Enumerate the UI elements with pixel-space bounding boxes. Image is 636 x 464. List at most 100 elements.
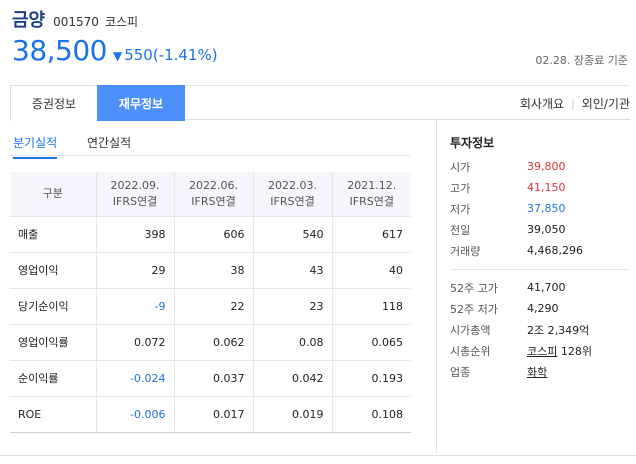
tab-foreign-institution[interactable]: 외인/기관 <box>582 95 630 112</box>
table-cell: -9 <box>95 288 174 325</box>
table-cell: 398 <box>95 216 174 253</box>
info-key: 저가 <box>450 202 471 216</box>
info-key: 시가총액 <box>450 323 491 337</box>
industry-link[interactable]: 화학 <box>527 366 547 379</box>
info-row: 52주 저가 4,290 <box>450 298 630 319</box>
info-row: 업종 화학 <box>450 361 630 382</box>
header-sub: IFRS연결 <box>349 194 394 208</box>
header-period: 2021.12. IFRS연결 <box>331 172 411 217</box>
table-cell: 0.017 <box>173 396 253 433</box>
table-row: 당기순이익 -9 22 23 118 <box>10 288 411 325</box>
table-cell: 606 <box>173 216 253 253</box>
table-row: 순이익률 -0.024 0.037 0.042 0.193 <box>10 360 411 397</box>
header-period: 2022.06. IFRS연결 <box>173 172 253 217</box>
table-row: 매출 398 606 540 617 <box>10 216 411 253</box>
info-row: 52주 고가 41,700 <box>450 277 630 298</box>
investment-info-title: 투자정보 <box>450 136 495 150</box>
info-key: 거래량 <box>450 244 481 258</box>
main-tabbar: 증권정보 재무정보 회사개요 | 외인/기관 <box>10 85 630 121</box>
tab-securities-info[interactable]: 증권정보 <box>10 85 98 121</box>
row-label: ROE <box>10 396 96 433</box>
header-category: 구분 <box>10 172 96 217</box>
table-cell: 0.037 <box>173 360 253 397</box>
info-key: 고가 <box>450 181 471 195</box>
table-row: 영업이익 29 38 43 40 <box>10 252 411 289</box>
table-cell: 0.108 <box>331 396 411 433</box>
header-period: 2022.09. IFRS연결 <box>95 172 174 217</box>
table-cell: 540 <box>252 216 332 253</box>
header-period: 2022.03. IFRS연결 <box>252 172 332 217</box>
stock-header: 금양 001570 코스피 <box>12 6 139 32</box>
info-key: 전일 <box>450 223 471 237</box>
financial-table: 구분 2022.09. IFRS연결 2022.06. IFRS연결 2022.03… <box>10 172 411 433</box>
table-cell: 0.062 <box>173 324 253 361</box>
table-cell: 0.08 <box>252 324 332 361</box>
subtab-quarterly[interactable]: 분기실적 <box>13 134 58 159</box>
tab-right-links: 회사개요 | 외인/기관 <box>520 86 630 120</box>
info-value: 코스피 128위 <box>527 343 592 359</box>
stock-name[interactable]: 금양 <box>12 6 45 32</box>
stock-market: 코스피 <box>104 15 139 29</box>
row-label: 영업이익 <box>10 252 96 289</box>
info-row: 시총순위 코스피 128위 <box>450 340 630 361</box>
down-arrow-icon: ▼ <box>112 49 123 63</box>
info-key: 시총순위 <box>450 344 491 358</box>
table-cell: 0.042 <box>252 360 332 397</box>
market-link[interactable]: 코스피 <box>527 345 557 358</box>
info-key: 52주 저가 <box>450 302 498 316</box>
table-row: ROE -0.006 0.017 0.019 0.108 <box>10 396 411 433</box>
table-cell: -0.006 <box>95 396 174 433</box>
table-cell: 0.193 <box>331 360 411 397</box>
table-cell: 38 <box>173 252 253 289</box>
table-cell: 22 <box>173 288 253 325</box>
row-label: 영업이익률 <box>10 324 96 361</box>
header-date: 2022.03. <box>268 178 317 192</box>
table-cell: 43 <box>252 252 332 289</box>
investment-info-panel: 투자정보 시가 39,800 고가 41,150 저가 37,850 전일 39… <box>450 134 630 382</box>
header-sub: IFRS연결 <box>270 194 315 208</box>
table-cell: 617 <box>331 216 411 253</box>
info-row: 시가총액 2조 2,349억 <box>450 319 630 340</box>
vertical-divider <box>436 120 437 454</box>
row-label: 순이익률 <box>10 360 96 397</box>
header-date: 2021.12. <box>347 178 397 192</box>
info-row: 고가 41,150 <box>450 177 630 198</box>
info-row: 거래량 4,468,296 <box>450 240 630 261</box>
table-cell: -0.024 <box>95 360 174 397</box>
tab-financial-info[interactable]: 재무정보 <box>97 85 185 121</box>
date-note: 02.28. 장종료 기준 <box>535 54 628 67</box>
table-row: 영업이익률 0.072 0.062 0.08 0.065 <box>10 324 411 361</box>
info-row: 저가 37,850 <box>450 198 630 219</box>
row-label: 당기순이익 <box>10 288 96 325</box>
change-value: 550(-1.41%) <box>124 46 218 64</box>
stock-code: 001570 <box>53 15 99 29</box>
header-sub: IFRS연결 <box>112 194 158 208</box>
info-value: 37,850 <box>527 202 566 215</box>
table-cell: 118 <box>331 288 411 325</box>
table-cell: 23 <box>252 288 332 325</box>
subtab-annual[interactable]: 연간실적 <box>87 134 131 157</box>
price-change: ▼ 550(-1.41%) <box>113 46 218 64</box>
info-key: 시가 <box>450 160 471 174</box>
tab-company-overview[interactable]: 회사개요 <box>520 95 564 112</box>
table-cell: 0.065 <box>331 324 411 361</box>
bottom-divider <box>0 455 636 456</box>
info-key: 52주 고가 <box>450 281 498 295</box>
table-cell: 40 <box>331 252 411 289</box>
header-date: 2022.06. <box>189 178 238 192</box>
info-divider <box>450 269 630 270</box>
info-value: 2조 2,349억 <box>527 323 590 337</box>
header-date: 2022.09. <box>110 178 160 192</box>
info-row: 시가 39,800 <box>450 156 630 177</box>
table-cell: 0.072 <box>95 324 174 361</box>
info-value: 화학 <box>527 364 547 380</box>
info-value: 4,468,296 <box>527 244 583 257</box>
info-value: 39,800 <box>527 160 566 173</box>
info-key: 업종 <box>450 365 471 379</box>
price-row: 38,500 ▼ 550(-1.41%) <box>12 34 218 67</box>
subtabs: 분기실적 연간실적 <box>10 128 410 159</box>
row-label: 매출 <box>10 216 96 253</box>
header-sub: IFRS연결 <box>191 194 236 208</box>
separator: | <box>571 96 575 110</box>
current-price: 38,500 <box>12 34 107 67</box>
